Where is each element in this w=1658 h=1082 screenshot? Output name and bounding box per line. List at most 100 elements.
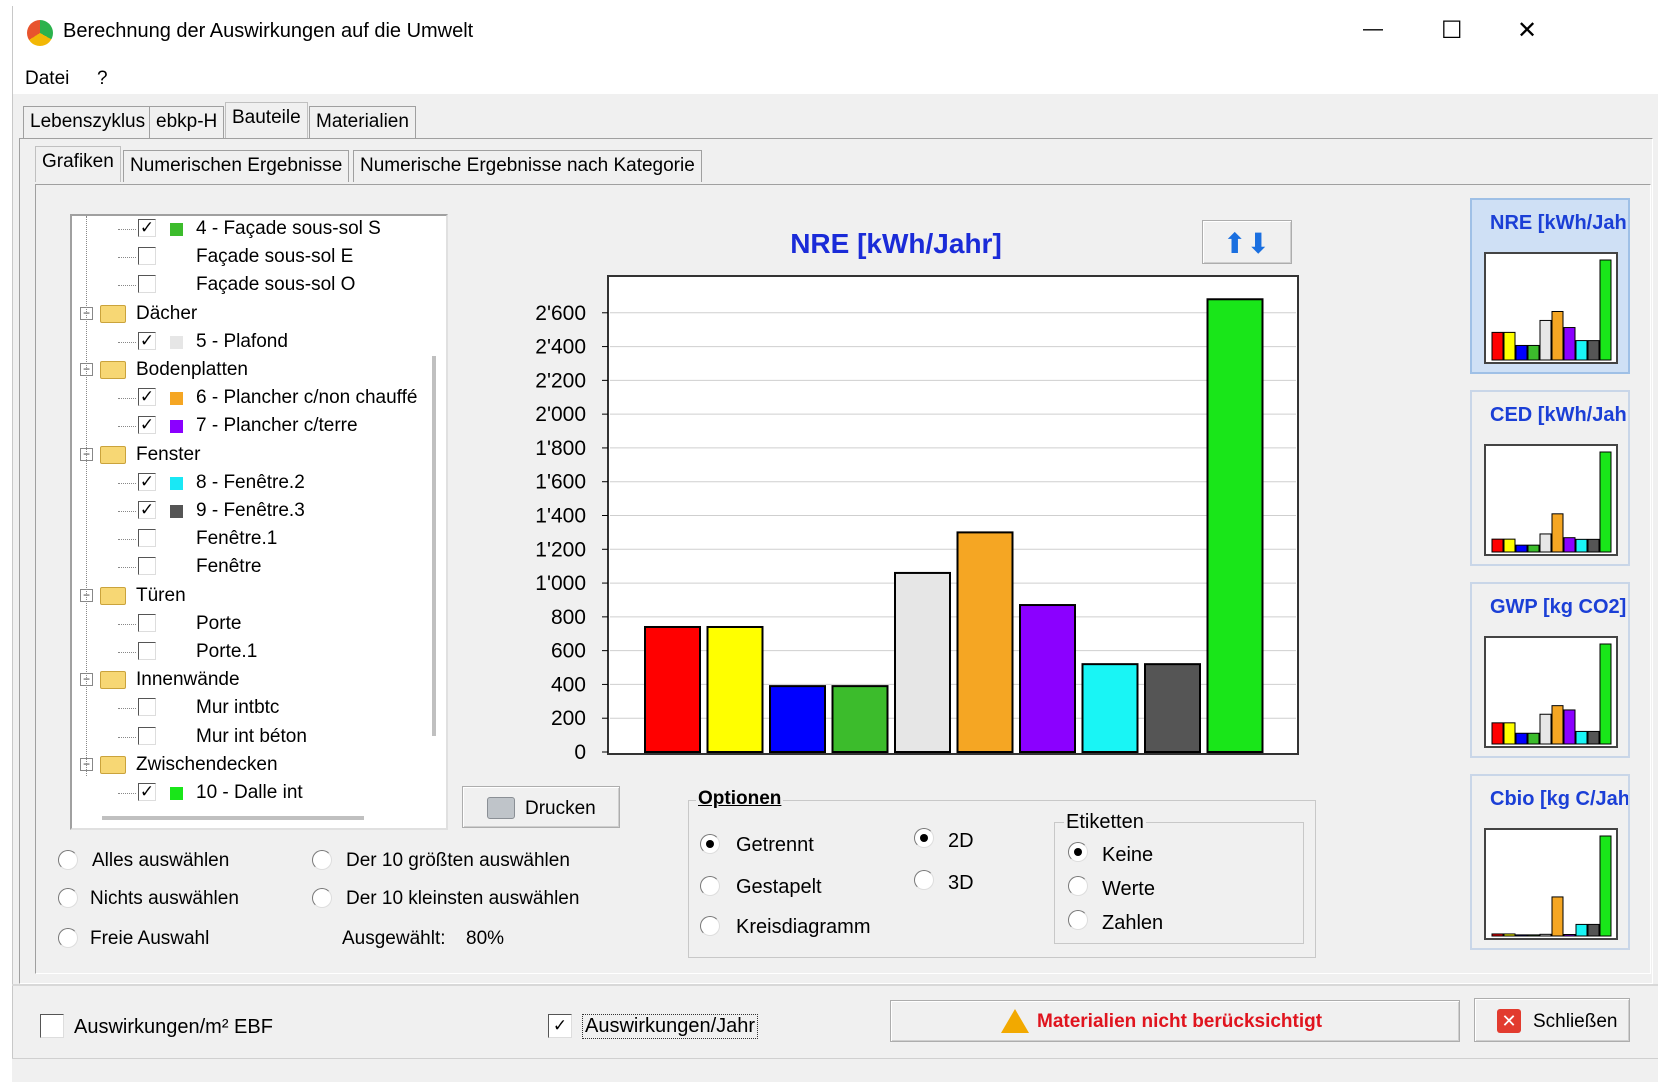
tree-item[interactable]: ✓ 5 - Plafond	[72, 329, 428, 355]
thumbnail-3[interactable]: Cbio [kg C/Jahr]	[1470, 774, 1630, 950]
3d-label[interactable]: 3D	[948, 872, 974, 895]
werte-label[interactable]: Werte	[1102, 878, 1155, 901]
tree-item-checkbox[interactable]	[138, 247, 156, 266]
etiketten-title: Etiketten	[1064, 811, 1146, 834]
tree-item[interactable]: Façade sous-sol O	[72, 272, 428, 298]
tree-item-checkbox[interactable]: ✓	[138, 783, 156, 801]
tree-folder-label: Innenwände	[136, 669, 240, 691]
tree-item[interactable]: Porte.1	[72, 639, 428, 665]
getrennt-radio[interactable]	[700, 834, 720, 854]
tree-item-checkbox[interactable]	[138, 275, 156, 294]
tree-item[interactable]: ✓ 7 - Plancher c/terre	[72, 413, 428, 439]
thumbnail-bar	[1587, 538, 1600, 553]
thumbnail-1[interactable]: CED [kWh/Jahr]	[1470, 390, 1630, 566]
bar-3	[769, 685, 826, 753]
top10-label[interactable]: Der 10 größten auswählen	[346, 850, 570, 872]
minimize-button[interactable]: —	[1363, 18, 1383, 41]
tree-item[interactable]: Fenêtre	[72, 554, 428, 580]
thumbnail-bar	[1539, 933, 1552, 937]
tree-folder[interactable]: − Dächer	[72, 301, 428, 327]
tree-item[interactable]: Mur int béton	[72, 724, 428, 750]
tree-folder[interactable]: − Fenster	[72, 442, 428, 468]
tree-item-checkbox[interactable]: ✓	[138, 388, 156, 407]
3d-radio[interactable]	[914, 870, 934, 890]
gestapelt-radio[interactable]	[700, 876, 720, 896]
menu-datei[interactable]: Datei	[25, 68, 69, 90]
tree-item[interactable]: Porte	[72, 611, 428, 637]
schliessen-label: Schließen	[1533, 1011, 1618, 1032]
thumbnail-bar	[1563, 934, 1576, 937]
werte-radio[interactable]	[1068, 876, 1088, 896]
alles-auswaehlen-label[interactable]: Alles auswählen	[92, 850, 229, 872]
gestapelt-label[interactable]: Gestapelt	[736, 876, 822, 899]
bottom-divider	[12, 984, 1658, 986]
tree-folder[interactable]: − Innenwände	[72, 667, 428, 693]
nichts-auswaehlen-label[interactable]: Nichts auswählen	[90, 888, 239, 910]
tree-item-checkbox[interactable]	[138, 726, 156, 745]
keine-radio[interactable]	[1068, 842, 1088, 862]
drucken-button[interactable]: Drucken	[462, 786, 620, 828]
tree-item-label: 8 - Fenêtre.2	[196, 471, 305, 493]
tab-numerische-nach-kategorie[interactable]: Numerische Ergebnisse nach Kategorie	[353, 150, 702, 182]
tree-item[interactable]: ✓ 9 - Fenêtre.3	[72, 498, 428, 524]
tree-item[interactable]: ✓ 8 - Fenêtre.2	[72, 470, 428, 496]
zahlen-radio[interactable]	[1068, 910, 1088, 930]
thumbnail-0[interactable]: NRE [kWh/Jahr]	[1470, 198, 1630, 374]
maximize-button[interactable]: ☐	[1441, 16, 1463, 45]
auswirkungen-jahr-label[interactable]: Auswirkungen/Jahr	[582, 1014, 759, 1039]
auswirkungen-jahr-checkbox[interactable]: ✓	[548, 1014, 572, 1038]
tree-item[interactable]: ✓ 4 - Façade sous-sol S	[72, 216, 428, 242]
menu-help[interactable]: ?	[97, 68, 108, 90]
tree-connector	[118, 567, 136, 569]
tree-item[interactable]: ✓ 10 - Dalle int	[72, 780, 428, 806]
nichts-auswaehlen-radio[interactable]	[58, 888, 78, 908]
auswirkungen-m2-checkbox[interactable]	[40, 1014, 64, 1038]
bottom10-label[interactable]: Der 10 kleinsten auswählen	[346, 888, 579, 910]
freie-auswahl-label[interactable]: Freie Auswahl	[90, 928, 209, 950]
bauteile-tree[interactable]: ✓ 4 - Façade sous-sol S Façade sous-sol E F…	[70, 214, 448, 830]
tree-item[interactable]: Façade sous-sol E	[72, 244, 428, 270]
close-window-button[interactable]: ✕	[1517, 16, 1537, 45]
tree-folder-label: Türen	[136, 584, 186, 606]
tree-item-checkbox[interactable]	[138, 698, 156, 717]
kreisdiagramm-label[interactable]: Kreisdiagramm	[736, 916, 870, 939]
tree-hscrollbar[interactable]	[102, 816, 364, 820]
auswirkungen-m2-label[interactable]: Auswirkungen/m² EBF	[74, 1016, 273, 1039]
top10-radio[interactable]	[312, 850, 332, 870]
tree-item[interactable]: ✓ 6 - Plancher c/non chauffé	[72, 385, 428, 411]
tab-ebkp-h[interactable]: ebkp-H	[149, 106, 225, 138]
tree-item-checkbox[interactable]	[138, 529, 156, 548]
keine-label[interactable]: Keine	[1102, 844, 1153, 867]
tree-folder[interactable]: − Zwischendecken	[72, 752, 428, 778]
tree-vscrollbar[interactable]	[432, 356, 436, 736]
tree-folder[interactable]: − Bodenplatten	[72, 357, 428, 383]
tab-lebenszyklus[interactable]: Lebenszyklus	[23, 106, 153, 138]
tree-item[interactable]: Fenêtre.1	[72, 526, 428, 552]
tree-item-checkbox[interactable]: ✓	[138, 416, 156, 435]
freie-auswahl-radio[interactable]	[58, 928, 78, 948]
thumbnail-2[interactable]: GWP [kg CO2]	[1470, 582, 1630, 758]
tree-item[interactable]: Mur intbtc	[72, 695, 428, 721]
kreisdiagramm-radio[interactable]	[700, 916, 720, 936]
tab-numerischen-ergebnisse[interactable]: Numerischen Ergebnisse	[123, 150, 350, 182]
zahlen-label[interactable]: Zahlen	[1102, 912, 1163, 935]
schliessen-button[interactable]: ✕ Schließen	[1474, 998, 1630, 1042]
materialien-warning-button[interactable]: Materialien nicht berücksichtigt	[890, 1000, 1460, 1042]
2d-label[interactable]: 2D	[948, 830, 974, 853]
tree-item-checkbox[interactable]: ✓	[138, 501, 156, 519]
tab-bauteile[interactable]: Bauteile	[225, 102, 308, 138]
tree-item-checkbox[interactable]	[138, 613, 156, 632]
tree-folder[interactable]: − Türen	[72, 583, 428, 609]
tree-item-checkbox[interactable]	[138, 557, 156, 576]
tab-grafiken[interactable]: Grafiken	[35, 146, 121, 182]
tree-item-checkbox[interactable]: ✓	[138, 331, 156, 350]
tab-materialien[interactable]: Materialien	[309, 106, 416, 138]
bottom10-radio[interactable]	[312, 888, 332, 908]
alles-auswaehlen-radio[interactable]	[58, 850, 78, 870]
tree-item-checkbox[interactable]: ✓	[138, 219, 156, 237]
sort-button[interactable]: ⬆⬇	[1202, 220, 1292, 264]
2d-radio[interactable]	[914, 828, 934, 848]
tree-item-checkbox[interactable]: ✓	[138, 472, 156, 491]
tree-item-checkbox[interactable]	[138, 642, 156, 660]
getrennt-label[interactable]: Getrennt	[736, 834, 814, 857]
